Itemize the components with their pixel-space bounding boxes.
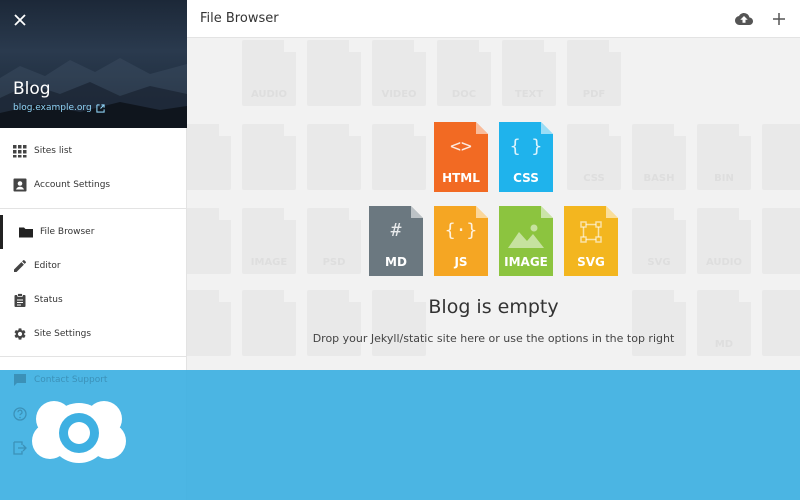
image-file-icon: IMAGE: [499, 206, 553, 276]
bg-file: TEXT: [502, 40, 556, 106]
clipboard-icon: [14, 293, 26, 307]
sidebar-divider: [0, 356, 187, 357]
sidebar-item-label: Status: [34, 295, 63, 305]
bg-file: VIDEO: [372, 40, 426, 106]
bg-file: BIN: [697, 124, 751, 190]
braces-icon: { }: [509, 136, 543, 157]
css-file-icon: { } CSS: [499, 122, 553, 192]
code-brackets-icon: <>: [450, 136, 472, 157]
chat-icon: [14, 374, 26, 386]
file-type-label: CSS: [513, 171, 539, 185]
gear-icon: [14, 328, 26, 340]
cloudcannon-logo-icon: [32, 401, 126, 463]
sidebar-item-editor[interactable]: Editor: [0, 249, 187, 283]
bg-file: [187, 124, 231, 190]
bg-file: [762, 124, 800, 190]
sidebar-item-account-settings[interactable]: Account Settings: [0, 168, 187, 202]
close-icon[interactable]: [12, 12, 28, 28]
bg-file: AUDIO: [697, 208, 751, 274]
top-bar: File Browser: [187, 0, 800, 38]
bg-file: AUDIO: [242, 40, 296, 106]
bg-file: DOC: [437, 40, 491, 106]
plus-icon[interactable]: [770, 10, 788, 28]
pencil-icon: [14, 259, 27, 272]
sidebar-item-status[interactable]: Status: [0, 283, 187, 317]
bg-file: PSD: [307, 208, 361, 274]
sidebar-item-label: Sites list: [34, 146, 73, 156]
bg-file: BASH: [632, 124, 686, 190]
sidebar-item-sites-list[interactable]: Sites list: [0, 134, 187, 168]
site-url-text[interactable]: blog.example.org: [13, 103, 92, 113]
hash-icon: #: [390, 220, 402, 241]
empty-state-subtitle: Drop your Jekyll/static site here or use…: [312, 332, 675, 345]
bg-file: CSS: [567, 124, 621, 190]
bg-file: [307, 40, 361, 106]
file-type-label: JS: [454, 255, 468, 269]
grid-icon: [13, 145, 27, 158]
empty-state-title: Blog is empty: [428, 296, 559, 318]
file-type-label: SVG: [577, 255, 605, 269]
bg-file: [187, 208, 231, 274]
help-icon: [13, 407, 27, 421]
bg-file: SVG: [632, 208, 686, 274]
md-file-icon: # MD: [369, 206, 423, 276]
sidebar-item-label: File Browser: [40, 227, 95, 237]
sidebar-item-label: Site Settings: [34, 329, 92, 339]
vector-path-icon: [580, 221, 602, 243]
exit-icon: [13, 441, 27, 455]
account-box-icon: [13, 178, 27, 192]
cloud-upload-icon[interactable]: [735, 10, 753, 28]
site-url-link[interactable]: blog.example.org: [13, 103, 105, 113]
site-title: Blog: [13, 79, 51, 99]
page-title: File Browser: [200, 11, 279, 26]
bg-file: [242, 124, 296, 190]
background-file-grid: AUDIO VIDEO DOC TEXT PDF CSS BASH BIN IM…: [187, 38, 800, 370]
landscape-icon: [508, 224, 544, 248]
js-file-icon: {·} JS: [434, 206, 488, 276]
bg-file: PDF: [567, 40, 621, 106]
sidebar-item-label: Editor: [34, 261, 61, 271]
file-type-label: MD: [385, 255, 407, 269]
sidebar-item-file-browser[interactable]: File Browser: [0, 215, 187, 249]
sidebar-item-label: Contact Support: [34, 375, 108, 385]
file-type-label: IMAGE: [504, 255, 548, 269]
js-braces-icon: {·}: [444, 220, 478, 241]
folder-icon: [19, 227, 33, 238]
sidebar-item-label: Account Settings: [34, 180, 111, 190]
bg-file: [762, 208, 800, 274]
bg-file: IMAGE: [242, 208, 296, 274]
external-link-icon[interactable]: [96, 103, 105, 113]
svg-file-icon: SVG: [564, 206, 618, 276]
bg-file: [372, 124, 426, 190]
html-file-icon: <> HTML: [434, 122, 488, 192]
file-type-label: HTML: [442, 171, 480, 185]
sidebar-item-site-settings[interactable]: Site Settings: [0, 317, 187, 351]
site-header-image: Blog blog.example.org: [0, 0, 187, 128]
bg-file: [307, 124, 361, 190]
sidebar-divider: [0, 208, 187, 209]
